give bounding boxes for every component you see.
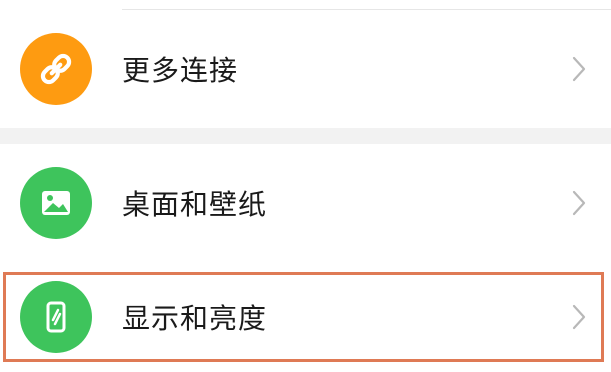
settings-item-label: 显示和亮度 xyxy=(122,302,268,335)
settings-item-display-brightness[interactable]: 显示和亮度 xyxy=(0,262,611,372)
phone-brightness-icon xyxy=(20,281,92,353)
settings-screen: 更多连接 桌面和壁纸 显示和亮度 xyxy=(0,0,611,372)
chevron-right-icon xyxy=(572,56,586,82)
section-separator xyxy=(0,128,611,144)
settings-item-label: 更多连接 xyxy=(122,54,239,87)
chevron-right-icon xyxy=(572,190,586,216)
link-icon xyxy=(20,33,92,105)
image-icon xyxy=(20,167,92,239)
chevron-right-icon xyxy=(572,304,586,330)
settings-item-label: 桌面和壁纸 xyxy=(122,188,268,221)
settings-item-desktop-wallpaper[interactable]: 桌面和壁纸 xyxy=(0,144,611,262)
settings-item-more-connections[interactable]: 更多连接 xyxy=(0,10,611,128)
